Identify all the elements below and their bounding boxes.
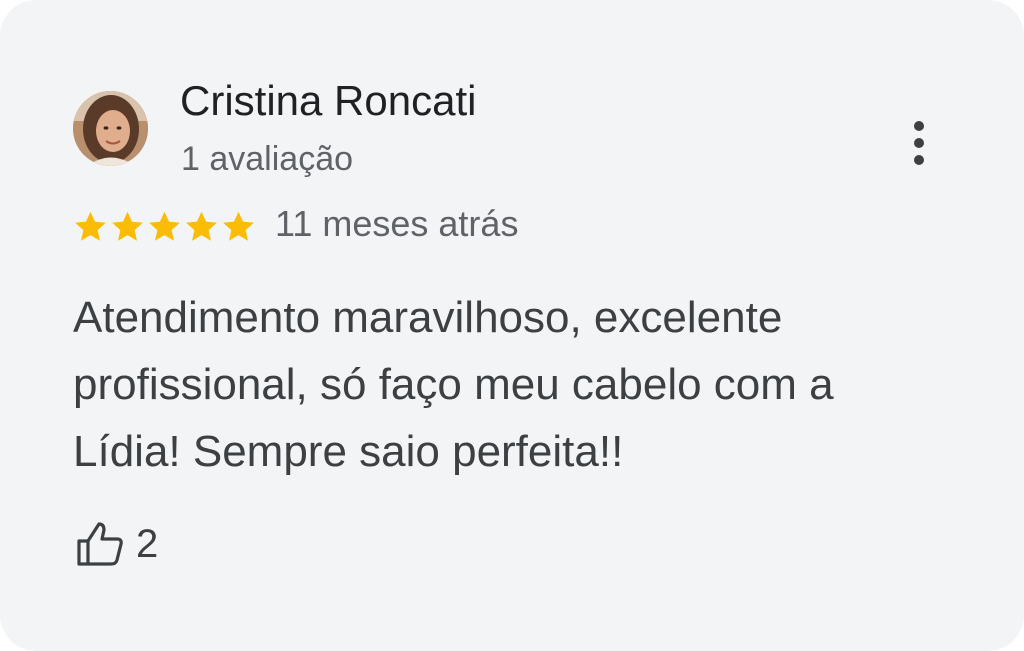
reviewer-avatar[interactable]	[73, 91, 148, 166]
more-vert-icon	[914, 121, 924, 131]
avatar-photo	[73, 91, 148, 166]
review-time: 11 meses atrás	[275, 203, 519, 244]
star-icon	[75, 211, 106, 241]
review-text: Atendimento maravilhoso, excelente profi…	[73, 293, 834, 476]
more-options-button[interactable]	[900, 114, 938, 172]
star-icon	[112, 211, 143, 241]
menu-dot	[914, 138, 924, 148]
reviewer-name[interactable]: Cristina Roncati	[180, 76, 476, 126]
reviewer-review-count: 1 avaliação	[181, 140, 354, 178]
menu-dot	[914, 155, 924, 165]
star-icon	[149, 211, 180, 241]
star-icon	[186, 211, 217, 241]
like-count: 2	[136, 522, 159, 566]
like-button[interactable]: 2	[76, 518, 158, 570]
thumb-up-icon	[76, 521, 124, 567]
star-rating	[73, 209, 256, 245]
review-card: Cristina Roncati 1 avaliação 11 meses at…	[0, 0, 1024, 651]
star-icon	[223, 211, 254, 241]
